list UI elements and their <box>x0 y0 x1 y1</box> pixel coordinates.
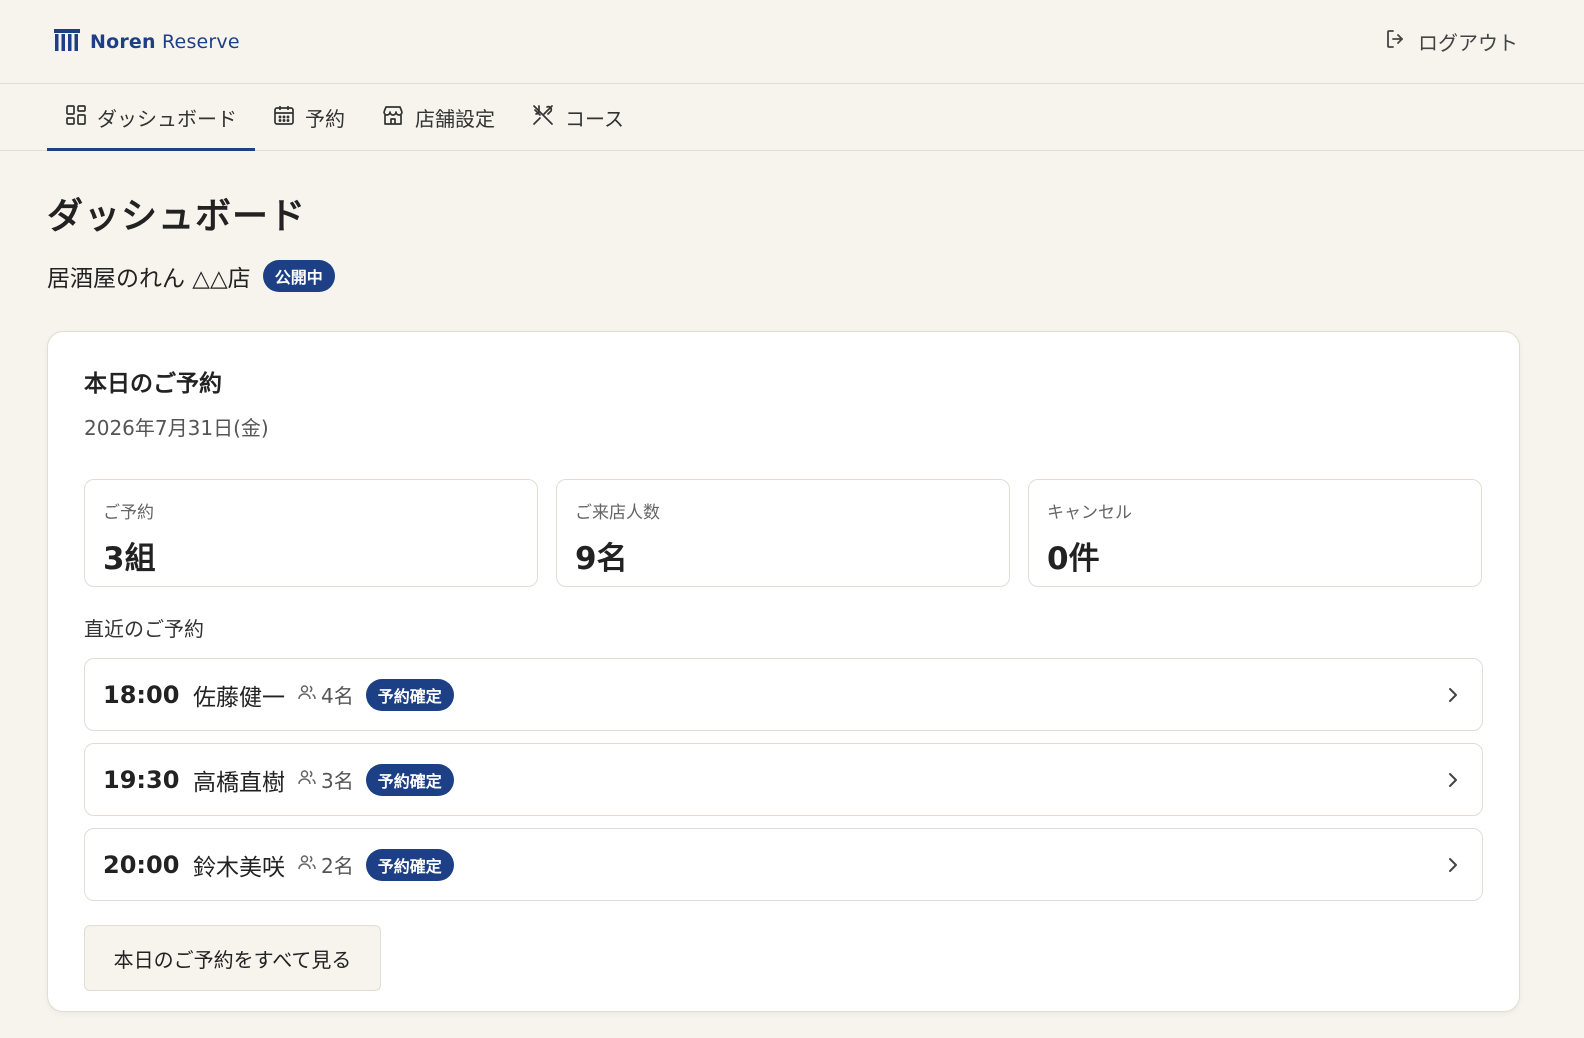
status-badge: 予約確定 <box>365 763 454 796</box>
card-title: 本日のご予約 <box>84 371 222 397</box>
utensils-crossed-icon <box>531 103 555 132</box>
logout-label: ログアウト <box>1418 31 1518 55</box>
tab-dashboard[interactable]: ダッシュボード <box>47 84 255 151</box>
reservation-name: 佐藤健一 <box>193 684 285 711</box>
reservation-time: 18:00 <box>103 680 180 709</box>
guest-count: 4名 <box>321 684 354 708</box>
recent-reservations-label: 直近のご予約 <box>84 617 204 641</box>
brand-name: Noren Reserve <box>90 30 240 53</box>
stat-cancellations: キャンセル 0件 <box>1028 479 1482 587</box>
tab-label: 予約 <box>305 106 345 131</box>
stat-guests: ご来店人数 9名 <box>556 479 1010 587</box>
reservation-name: 高橋直樹 <box>193 769 285 796</box>
store-icon <box>381 104 405 131</box>
card-date: 2026年7月31日(金) <box>84 416 269 440</box>
chevron-right-icon <box>1446 856 1460 874</box>
tab-label: コース <box>565 106 624 131</box>
calendar-icon <box>273 104 295 131</box>
reservation-row[interactable]: 18:00 佐藤健一 4名 予約確定 <box>84 658 1483 731</box>
store-name: 居酒屋のれん △△店 <box>47 266 251 292</box>
reservation-row[interactable]: 20:00 鈴木美咲 2名 予約確定 <box>84 828 1483 901</box>
tab-store-settings[interactable]: 店舗設定 <box>363 84 513 150</box>
today-reservations-card: 本日のご予約 2026年7月31日(金) ご予約 3組 ご来店人数 9名 キャン… <box>47 331 1520 1012</box>
main-content: ダッシュボード 居酒屋のれん △△店 公開中 本日のご予約 2026年7月31日… <box>0 151 1584 1012</box>
stats-row: ご予約 3組 ご来店人数 9名 キャンセル 0件 <box>84 479 1483 587</box>
page-title: ダッシュボード <box>47 196 307 237</box>
view-all-reservations-button[interactable]: 本日のご予約をすべて見る <box>84 925 381 991</box>
stat-value: 3組 <box>103 541 156 577</box>
store-status-badge: 公開中 <box>262 260 335 292</box>
reservation-row[interactable]: 19:30 高橋直樹 3名 予約確定 <box>84 743 1483 816</box>
reservation-list: 18:00 佐藤健一 4名 予約確定 19:30 高橋直樹 3名 予約確定 20… <box>84 658 1483 901</box>
chevron-right-icon <box>1446 771 1460 789</box>
chevron-right-icon <box>1446 686 1460 704</box>
stat-label: キャンセル <box>1047 503 1132 523</box>
users-icon <box>297 852 317 877</box>
dashboard-grid-icon <box>65 104 87 131</box>
users-icon <box>297 682 317 707</box>
guest-count: 2名 <box>321 854 354 878</box>
reservation-time: 19:30 <box>103 765 180 794</box>
stat-reservations: ご予約 3組 <box>84 479 538 587</box>
reservation-guests: 3名 <box>297 765 354 794</box>
store-info: 居酒屋のれん △△店 公開中 <box>47 259 1537 293</box>
tab-label: 店舗設定 <box>415 106 495 131</box>
logout-icon <box>1384 27 1408 56</box>
reservation-guests: 4名 <box>297 680 354 709</box>
tab-reservations[interactable]: 予約 <box>255 84 363 150</box>
stat-label: ご予約 <box>103 503 154 523</box>
tab-label: ダッシュボード <box>97 106 237 131</box>
guest-count: 3名 <box>321 769 354 793</box>
users-icon <box>297 767 317 792</box>
stat-label: ご来店人数 <box>575 503 660 523</box>
reservation-time: 20:00 <box>103 850 180 879</box>
app-header: Noren Reserve ログアウト <box>0 0 1584 84</box>
logout-button[interactable]: ログアウト <box>1384 27 1518 56</box>
reservation-guests: 2名 <box>297 850 354 879</box>
noren-logo-icon <box>54 28 80 55</box>
status-badge: 予約確定 <box>365 678 454 711</box>
stat-value: 9名 <box>575 541 628 577</box>
brand-logo[interactable]: Noren Reserve <box>54 28 240 55</box>
tab-courses[interactable]: コース <box>513 84 642 150</box>
main-nav: ダッシュボード 予約 店舗設定 コース <box>0 84 1584 151</box>
reservation-name: 鈴木美咲 <box>193 854 285 881</box>
status-badge: 予約確定 <box>365 848 454 881</box>
stat-value: 0件 <box>1047 541 1100 577</box>
